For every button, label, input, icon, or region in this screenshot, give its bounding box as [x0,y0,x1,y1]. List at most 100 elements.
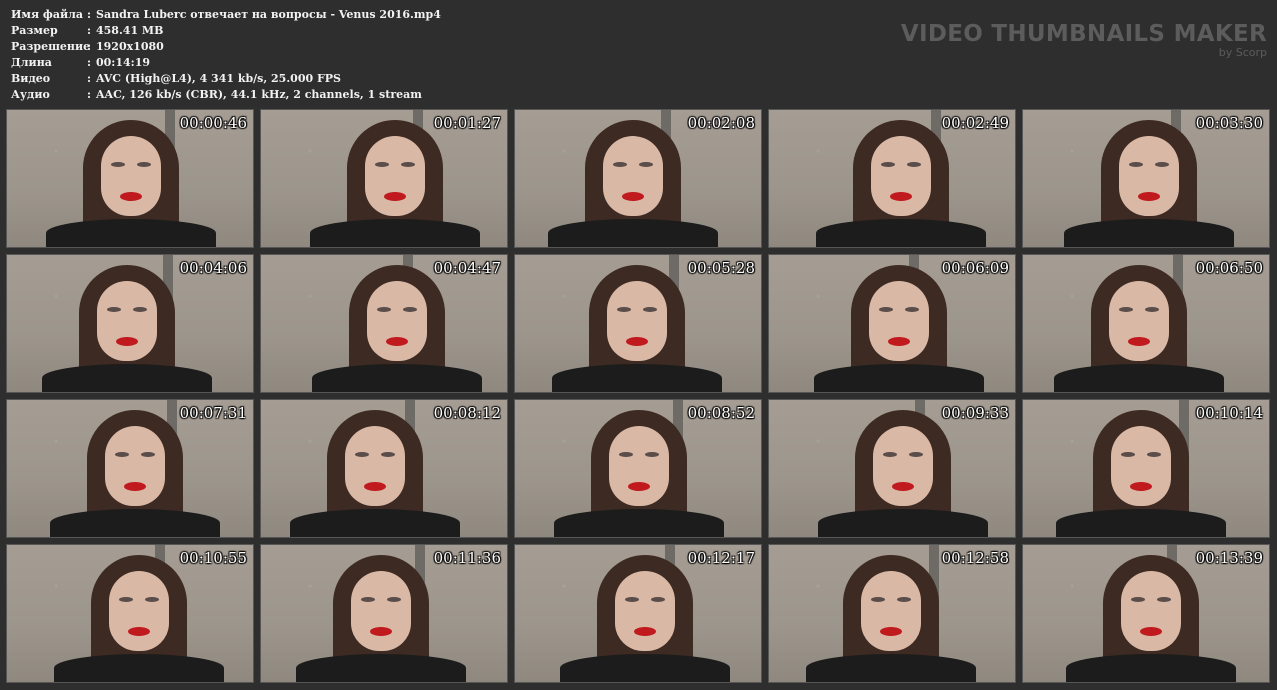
timestamp-label: 00:12:58 [941,549,1009,567]
face [607,281,667,361]
info-value: AAC, 126 kb/s (CBR), 44.1 kHz, 2 channel… [96,88,422,101]
eye [375,162,389,167]
eye [651,597,665,602]
lips [1138,192,1160,201]
timestamp-label: 00:06:50 [1195,259,1263,277]
info-separator: : [87,8,92,21]
eye [645,452,659,457]
thumbnail: 00:08:52 [514,399,762,538]
lips [384,192,406,201]
info-row: Разрешение:1920x1080 [11,39,441,55]
eye [141,452,155,457]
thumbnail: 00:02:49 [768,109,1016,248]
lips [888,337,910,346]
jacket [806,654,976,682]
thumbnail: 00:12:58 [768,544,1016,683]
eye [625,597,639,602]
timestamp-label: 00:02:49 [941,114,1009,132]
lips [386,337,408,346]
timestamp-label: 00:08:52 [687,404,755,422]
info-row: Имя файла: Sandra Luberc отвечает на вопр… [11,7,441,23]
info-value: 00:14:19 [96,56,151,69]
lips [370,627,392,636]
eye [1155,162,1169,167]
thumbnail: 00:07:31 [6,399,254,538]
eye [133,307,147,312]
eye [619,452,633,457]
face [615,571,675,651]
timestamp-label: 00:01:27 [433,114,501,132]
info-separator: : [87,40,92,53]
eye [881,162,895,167]
timestamp-label: 00:04:47 [433,259,501,277]
thumbnail: 00:13:39 [1022,544,1270,683]
thumbnail: 00:08:12 [260,399,508,538]
jacket [50,509,220,537]
timestamp-label: 00:10:14 [1195,404,1263,422]
lips [1140,627,1162,636]
info-label: Видео [11,72,51,85]
face [1109,281,1169,361]
timestamp-label: 00:07:31 [179,404,247,422]
jacket [310,219,480,247]
eye [137,162,151,167]
eye [613,162,627,167]
info-row: Видео: AVC (High@L4), 4 341 kb/s, 25.000 … [11,71,441,87]
thumbnail: 00:04:06 [6,254,254,393]
jacket [46,219,216,247]
info-value: Sandra Luberc отвечает на вопросы - Venu… [96,8,441,21]
eye [883,452,897,457]
face [1111,426,1171,506]
timestamp-label: 00:05:28 [687,259,755,277]
thumbnail: 00:09:33 [768,399,1016,538]
jacket [818,509,988,537]
lips [1128,337,1150,346]
thumbnail: 00:06:09 [768,254,1016,393]
face [365,136,425,216]
face [97,281,157,361]
jacket [560,654,730,682]
info-label: Разрешение [11,40,91,53]
info-row: Размер:458.41 MB [11,23,441,39]
thumbnail: 00:06:50 [1022,254,1270,393]
timestamp-label: 00:10:55 [179,549,247,567]
info-value: AVC (High@L4), 4 341 kb/s, 25.000 FPS [96,72,341,85]
face [345,426,405,506]
face [861,571,921,651]
info-value: 1920x1080 [96,40,164,53]
eye [381,452,395,457]
jacket [548,219,718,247]
eye [361,597,375,602]
eye [119,597,133,602]
jacket [1066,654,1236,682]
eye [897,597,911,602]
info-separator: : [87,56,92,69]
watermark-title: VIDEO THUMBNAILS MAKER [900,21,1267,47]
thumbnail: 00:03:30 [1022,109,1270,248]
lips [128,627,150,636]
jacket [1064,219,1234,247]
info-value: 458.41 MB [96,24,164,37]
eye [639,162,653,167]
watermark-subtitle: by Scorp [1218,46,1267,59]
face [1119,136,1179,216]
eye [145,597,159,602]
timestamp-label: 00:13:39 [1195,549,1263,567]
eye [1129,162,1143,167]
thumbnail: 00:02:08 [514,109,762,248]
timestamp-label: 00:04:06 [179,259,247,277]
face [871,136,931,216]
jacket [1056,509,1226,537]
timestamp-label: 00:11:36 [433,549,501,567]
face [609,426,669,506]
eye [111,162,125,167]
eye [871,597,885,602]
eye [115,452,129,457]
timestamp-label: 00:00:46 [179,114,247,132]
timestamp-label: 00:06:09 [941,259,1009,277]
thumbnail: 00:01:27 [260,109,508,248]
jacket [42,364,212,392]
eye [905,307,919,312]
face [603,136,663,216]
eye [107,307,121,312]
